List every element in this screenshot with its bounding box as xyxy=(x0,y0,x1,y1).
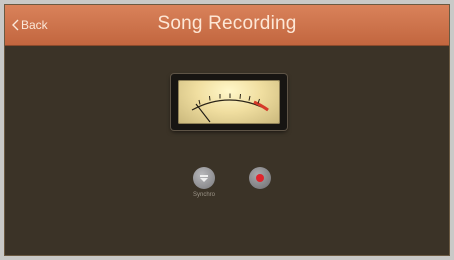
app-screen: Back Song Recording Synchro xyxy=(4,4,450,256)
vu-meter-scale xyxy=(191,93,269,123)
vu-meter-needle xyxy=(195,103,211,123)
recording-panel: Synchro xyxy=(5,46,449,255)
record-icon xyxy=(256,174,264,182)
device-frame: Back Song Recording Synchro xyxy=(0,0,454,260)
record-button[interactable] xyxy=(249,167,271,189)
vu-meter-face xyxy=(178,80,280,124)
vu-meter xyxy=(171,74,287,130)
page-title: Song Recording xyxy=(157,13,297,34)
synchro-button[interactable] xyxy=(193,167,215,189)
synchro-label: Synchro xyxy=(192,192,215,198)
navigation-bar: Back Song Recording xyxy=(5,5,449,46)
